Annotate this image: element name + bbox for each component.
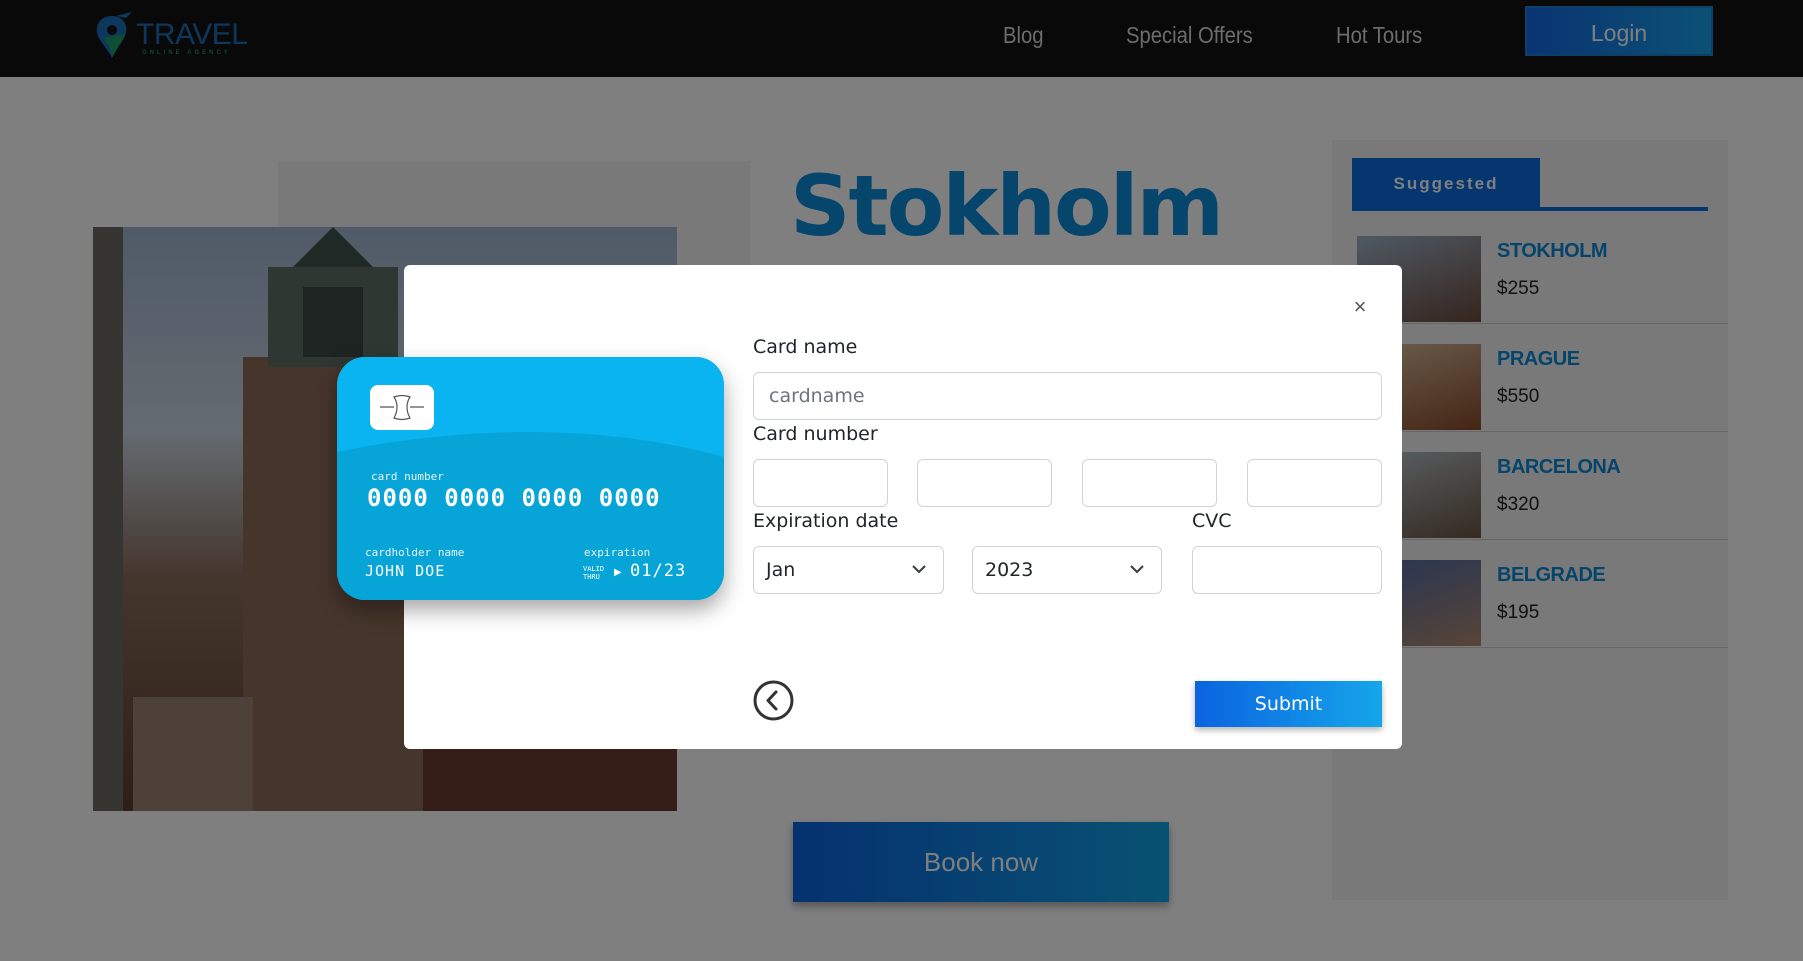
card-number-caption: card number — [371, 470, 444, 483]
cardholder-display: JOHN DOE — [365, 562, 446, 580]
card-number-label: Card number — [753, 423, 878, 445]
chip-icon — [370, 385, 434, 430]
year-select[interactable]: 2023 — [972, 546, 1162, 594]
credit-card-preview: card number 0000 0000 0000 0000 cardhold… — [337, 357, 724, 600]
expiration-date-label: Expiration date — [753, 510, 899, 532]
chevron-down-icon — [1130, 565, 1144, 574]
chevron-down-icon — [912, 565, 926, 574]
month-value: Jan — [766, 559, 796, 581]
card-number-input-4[interactable] — [1247, 459, 1382, 507]
cvc-input[interactable] — [1192, 546, 1382, 594]
month-select[interactable]: Jan — [753, 546, 944, 594]
card-number-input-1[interactable] — [753, 459, 888, 507]
cvc-label: CVC — [1192, 510, 1232, 532]
year-value: 2023 — [985, 559, 1034, 581]
expiration-display: 01/23 — [630, 561, 687, 581]
expiration-caption: expiration — [584, 546, 651, 559]
close-icon[interactable]: × — [1348, 295, 1372, 319]
card-number-input-2[interactable] — [917, 459, 1052, 507]
submit-button[interactable]: Submit — [1195, 681, 1382, 727]
play-arrow-icon: ▶ — [614, 567, 622, 578]
card-number-input-3[interactable] — [1082, 459, 1217, 507]
card-number-display: 0000 0000 0000 0000 — [367, 484, 661, 512]
card-name-input[interactable] — [753, 372, 1382, 420]
cardholder-caption: cardholder name — [365, 546, 465, 559]
valid-thru-caption: VALID THRU — [583, 565, 605, 581]
back-arrow-icon[interactable] — [753, 680, 794, 721]
card-name-label: Card name — [753, 336, 858, 358]
